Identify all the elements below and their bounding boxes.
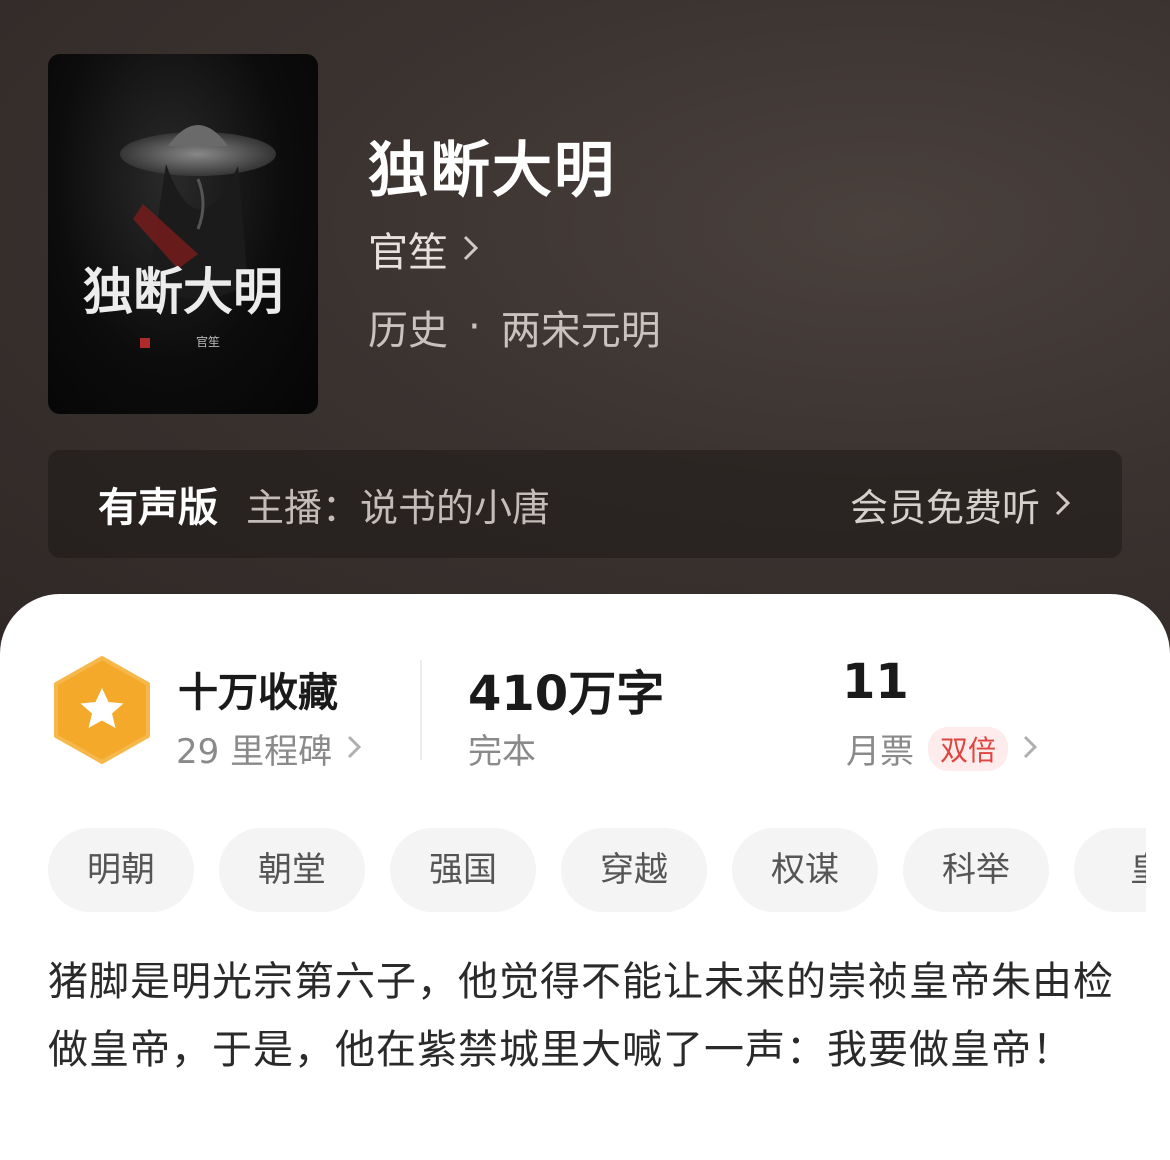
stats-divider (420, 660, 422, 760)
monthly-ticket-link[interactable]: 月票 双倍 (846, 724, 1038, 773)
member-listen-label: 会员免费听 (849, 485, 1040, 530)
genre-label[interactable]: 历史 (368, 298, 448, 356)
completion-status: 完本 (468, 732, 536, 772)
audiobook-banner[interactable]: 有声版 主播：说书的小唐 会员免费听 (48, 450, 1122, 558)
subgenre-label[interactable]: 两宋元明 (501, 298, 661, 356)
tag-chip[interactable]: 权谋 (732, 828, 878, 912)
cover-art: 独断大明 官笙 (83, 125, 283, 349)
milestone-link[interactable]: 29 里程碑 (176, 724, 362, 773)
tag-chip[interactable]: 强国 (390, 828, 536, 912)
tag-chip[interactable]: 明朝 (48, 828, 194, 912)
double-badge: 双倍 (928, 726, 1009, 771)
milestone-label: 29 里程碑 (176, 732, 333, 772)
collection-title: 十万收藏 (178, 670, 338, 716)
author-name: 官笙 (368, 230, 448, 276)
monthly-ticket-count: 11 (842, 654, 909, 710)
cover-title-text: 独断大明 (83, 262, 283, 321)
tag-list: 明朝朝堂强国穿越权谋科举皇 (48, 828, 1146, 912)
tag-chip[interactable]: 科举 (903, 828, 1049, 912)
book-header: 独断大明 官笙 独断大明 官笙 历史 · 两宋元明 有声版 主播：说书的小唐 会… (0, 0, 1170, 640)
book-synopsis[interactable]: 猪脚是明光宗第六子，他觉得不能让未来的崇祯皇帝朱由检做皇帝，于是，他在紫禁城里大… (48, 948, 1122, 1084)
tag-chip[interactable]: 皇 (1074, 828, 1146, 912)
genre-separator: · (468, 304, 481, 350)
cover-author-text: 官笙 (196, 334, 220, 349)
audiobook-title: 有声版 (98, 485, 218, 531)
chevron-right-icon (1022, 729, 1038, 769)
tag-chip[interactable]: 朝堂 (219, 828, 365, 912)
word-count: 410万字 (468, 666, 665, 722)
stats-row: 十万收藏 29 里程碑 410万字 完本 11 月票 双倍 (0, 594, 1170, 794)
audiobook-host: 主播：说书的小唐 (246, 485, 551, 530)
book-title: 独断大明 (368, 136, 616, 206)
author-link[interactable]: 官笙 (368, 220, 480, 278)
genre-line: 历史 · 两宋元明 (368, 298, 661, 356)
chevron-right-icon (1054, 482, 1072, 526)
chevron-right-icon (346, 729, 362, 769)
star-hexagon-icon (50, 654, 154, 770)
book-cover[interactable]: 独断大明 官笙 (48, 54, 318, 414)
chevron-right-icon (462, 226, 480, 272)
book-info-panel: 十万收藏 29 里程碑 410万字 完本 11 月票 双倍 明朝 朝堂 强国 穿越 权谋… (0, 594, 1170, 1160)
tag-chip[interactable]: 穿越 (561, 828, 707, 912)
monthly-ticket-label: 月票 (846, 732, 914, 772)
member-listen-button[interactable]: 会员免费听 (850, 477, 1072, 532)
